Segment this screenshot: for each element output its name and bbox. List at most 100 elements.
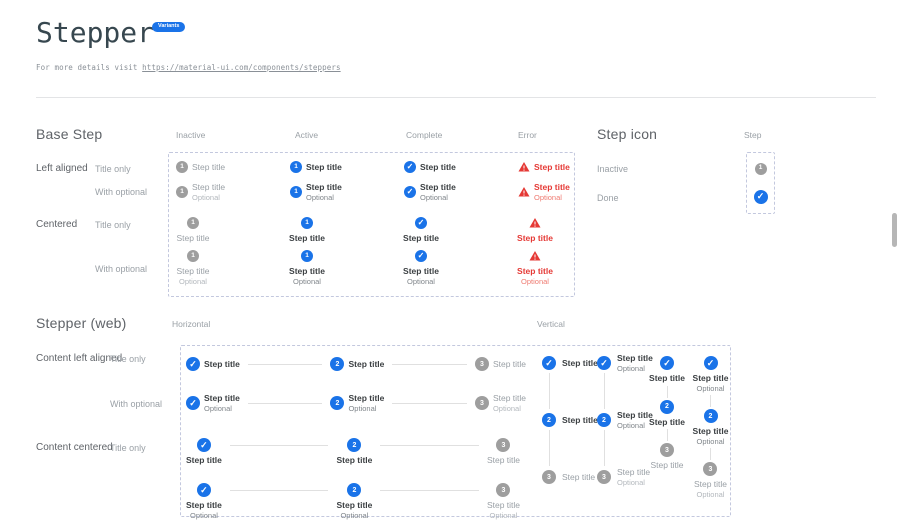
warning-icon (518, 161, 530, 173)
step-title: Step title (348, 359, 384, 370)
column-header-complete: Complete (406, 130, 442, 140)
step-title: Step title (336, 500, 372, 511)
scrollbar-thumb[interactable] (892, 213, 897, 247)
step-optional-label: Optional (697, 384, 725, 393)
step: 3Step title (650, 443, 683, 471)
section-divider (36, 97, 876, 98)
step-label: Step title (306, 162, 342, 173)
check-icon: ✓ (704, 356, 718, 370)
step-label: Step title (649, 373, 685, 384)
step: 3Step titleOptional (487, 483, 520, 520)
step-title: Step title (348, 393, 384, 404)
step-label: Step titleOptional (336, 500, 372, 520)
check-icon: ✓ (186, 357, 200, 371)
step-connector (230, 445, 329, 446)
step-sample-active: 1 Step title (290, 161, 404, 173)
step-label: Step title (493, 359, 526, 370)
step: 2Step titleOptional (336, 483, 372, 520)
step-number-icon: 1 (290, 161, 302, 173)
step-connector (380, 445, 479, 446)
step-title: Step title (562, 358, 598, 369)
step-optional-label: Optional (420, 193, 456, 202)
step: 2Step title (542, 413, 598, 427)
column-header-step: Step (744, 130, 762, 140)
step-connector (230, 490, 329, 491)
step-optional-label: Optional (407, 277, 435, 286)
v-stepper-left-title: ✓Step title2Step title3Step title (542, 356, 598, 484)
step-number-icon: 3 (496, 438, 510, 452)
step-sample-inactive: 1 Step titleOptional (176, 182, 290, 202)
step-label: Step title (562, 472, 595, 483)
step-optional-label: Optional (293, 277, 321, 286)
check-icon: ✓ (660, 356, 674, 370)
step-label: Step titleOptional (306, 182, 342, 202)
step-title: Step title (306, 182, 342, 193)
step-title: Step title (403, 266, 439, 277)
warning-icon (529, 250, 541, 262)
step-label: Step title (650, 460, 683, 471)
step-optional-label: Optional (697, 437, 725, 446)
step-sample-complete: ✓Step titleOptional (404, 182, 518, 202)
step: 2Step titleOptional (330, 393, 384, 413)
step: 2Step title (330, 357, 384, 371)
check-icon: ✓ (754, 190, 768, 204)
step: ✓ Step titleOptional (693, 356, 729, 393)
column-header-error: Error (518, 130, 537, 140)
step: ✓Step title (542, 356, 598, 370)
step-label: Step title (348, 359, 384, 370)
step-optional-label: Optional (348, 404, 384, 413)
step: ✓ Step title (649, 356, 685, 384)
step-number-icon: 1 (176, 186, 188, 198)
step-sample-error: Step title (518, 217, 552, 244)
step-title: Step title (562, 472, 595, 483)
step-title: Step title (517, 233, 553, 244)
base-row-centered-title: 1Step title1Step title✓Step titleStep ti… (176, 217, 632, 244)
step-label: Step title (289, 233, 325, 244)
step-sample-inactive: 1Step title (176, 217, 210, 244)
step-sample-complete: ✓Step titleOptional (404, 250, 438, 286)
step-label: Step title (420, 162, 456, 173)
row-group-label-content-centered: Content centered (36, 442, 113, 453)
base-step-heading: Base Step (36, 126, 102, 142)
step-title: Step title (487, 455, 520, 466)
step-title: Step title (420, 162, 456, 173)
step-connector (604, 373, 605, 409)
step-optional-label: Optional (490, 511, 518, 520)
column-header-inactive: Inactive (176, 130, 205, 140)
step-label: Step titleOptional (693, 373, 729, 393)
step: 2Step titleOptional (693, 409, 729, 446)
step: ✓Step titleOptional (186, 483, 222, 520)
step-optional-label: Optional (192, 193, 225, 202)
step-label: Step titleOptional (192, 182, 225, 202)
step-number-icon: 3 (475, 396, 489, 410)
step-label: Step title (336, 455, 372, 466)
step-title: Step title (534, 182, 570, 193)
step-title: Step title (650, 460, 683, 471)
row-group-label-centered: Centered (36, 219, 77, 230)
row-group-label-left-aligned: Left aligned (36, 163, 88, 174)
step-title: Step title (487, 500, 520, 511)
step-label: Step title (517, 233, 553, 244)
subtitle-text: For more details visit (36, 63, 142, 72)
step-number-icon: 3 (597, 470, 611, 484)
step-title: Step title (186, 455, 222, 466)
h-stepper-centered-title: ✓Step title2Step title3Step title (186, 438, 520, 466)
check-icon: ✓ (186, 396, 200, 410)
v-stepper-centered-title: ✓Step title2Step title3Step title (645, 356, 689, 471)
check-icon: ✓ (404, 161, 416, 173)
step-title: Step title (403, 233, 439, 244)
step-icon-box: 1✓ (746, 152, 775, 214)
step-icon-row-label-inactive: Inactive (597, 164, 628, 174)
step-number-icon: 3 (475, 357, 489, 371)
step-title: Step title (562, 415, 598, 426)
step: 3Step titleOptional (475, 393, 526, 413)
docs-link[interactable]: https://material-ui.com/components/stepp… (142, 63, 340, 72)
step-title: Step title (493, 359, 526, 370)
step-title: Step title (192, 162, 225, 173)
step: ✓Step titleOptional (186, 393, 240, 413)
warning-icon (529, 217, 541, 229)
step-connector (248, 403, 323, 404)
step-connector (667, 429, 668, 441)
step-title: Step title (176, 233, 209, 244)
step: 3 Step title (487, 438, 520, 466)
